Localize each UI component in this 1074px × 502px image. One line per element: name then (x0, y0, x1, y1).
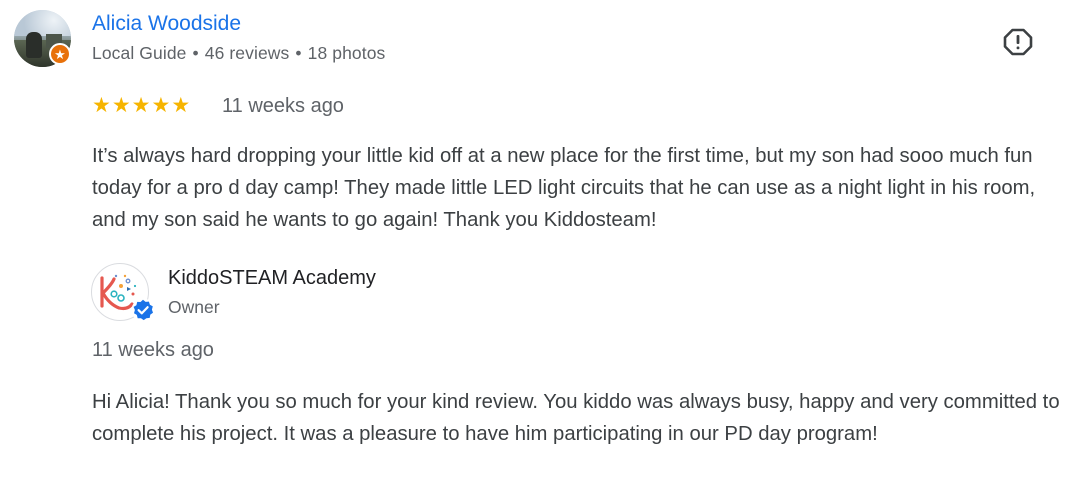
star-icon: ★ (171, 94, 191, 117)
review-text: It’s always hard dropping your little ki… (92, 145, 1036, 231)
avatar-person (26, 32, 42, 58)
reviewer-meta: Local Guide • 46 reviews • 18 photos (92, 43, 385, 64)
star-icon: ★ (111, 94, 131, 117)
meta-separator: • (295, 43, 302, 63)
meta-separator: • (192, 43, 199, 63)
report-review-button[interactable] (1001, 25, 1035, 59)
local-guide-star-icon: ★ (49, 43, 71, 65)
review-count: 46 reviews (204, 43, 290, 63)
response-date: 11 weeks ago (92, 339, 214, 361)
reviewer-name-link[interactable]: Alicia Woodside (92, 12, 241, 36)
star-icon: ★ (92, 94, 111, 117)
star-rating: ★ ★ ★ ★ ★ (92, 94, 190, 118)
avatar-sky (14, 10, 71, 36)
verified-check-icon (131, 298, 155, 322)
owner-name: KiddoSTEAM Academy (168, 267, 376, 289)
response-text: Hi Alicia! Thank you so much for your ki… (92, 391, 1060, 445)
review-date: 11 weeks ago (222, 95, 344, 117)
star-icon: ★ (131, 94, 151, 117)
photo-count: 18 photos (307, 43, 386, 63)
owner-role: Owner (168, 297, 220, 317)
local-guide-label: Local Guide (92, 43, 187, 63)
star-icon: ★ (151, 94, 171, 117)
review-card: ★ Alicia Woodside Local Guide • 46 reviews… (0, 0, 1074, 502)
report-flag-icon (1003, 28, 1033, 56)
